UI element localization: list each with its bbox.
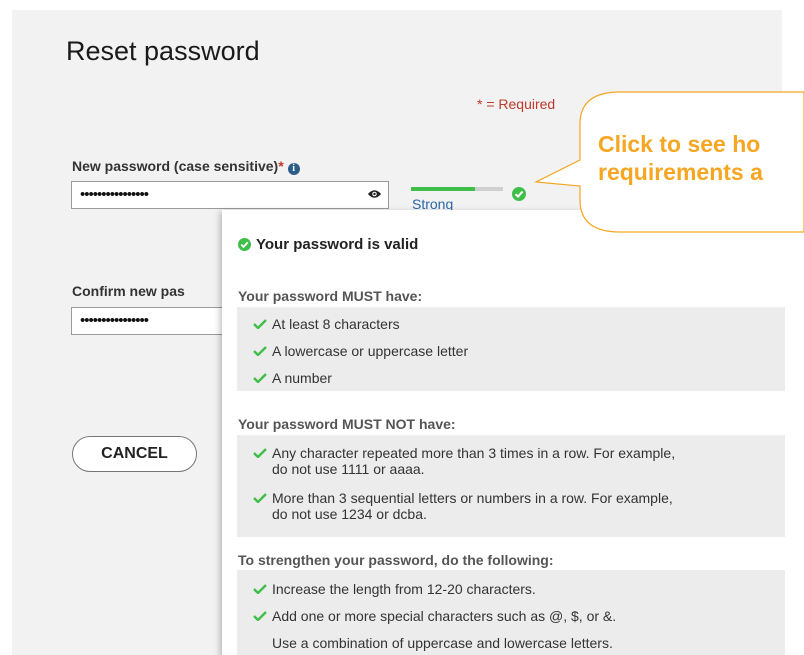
required-star: *: [278, 158, 284, 174]
strengthen-box: Increase the length from 12-20 character…: [237, 570, 785, 655]
check-icon: [253, 346, 267, 356]
list-item: A number: [253, 370, 332, 386]
list-item-text-continued: do not use 1111 or aaaa.: [272, 461, 425, 477]
check-icon: [253, 373, 267, 383]
must-not-have-box: Any character repeated more than 3 times…: [237, 435, 785, 537]
new-password-value: ••••••••••••••••: [80, 186, 149, 203]
eye-icon[interactable]: [367, 189, 382, 199]
list-item: At least 8 characters: [253, 316, 400, 332]
valid-message: Your password is valid: [238, 236, 418, 253]
list-item-text: Any character repeated more than 3 times…: [272, 445, 676, 461]
confirm-password-field[interactable]: ••••••••••••••••: [71, 307, 231, 335]
cancel-button[interactable]: CANCEL: [72, 436, 197, 472]
list-item: Use a combination of uppercase and lower…: [253, 635, 613, 651]
list-item-text: A lowercase or uppercase letter: [272, 343, 469, 359]
check-circle-icon: [512, 187, 526, 201]
list-item-text: Use a combination of uppercase and lower…: [272, 635, 613, 651]
confirm-password-label: Confirm new pas: [72, 283, 185, 299]
callout-line-2: requirements a: [598, 159, 763, 185]
check-circle-icon: [238, 238, 251, 251]
list-item: More than 3 sequential letters or number…: [253, 490, 673, 522]
confirm-password-value: ••••••••••••••••: [80, 312, 149, 329]
check-icon: [253, 319, 267, 329]
must-have-box: At least 8 characters A lowercase or upp…: [237, 307, 785, 391]
check-icon: [253, 448, 267, 458]
required-note: * = Required: [477, 96, 556, 112]
strengthen-heading: To strengthen your password, do the foll…: [238, 552, 554, 568]
strength-meter: [411, 187, 503, 191]
new-password-label-text: New password (case sensitive): [72, 158, 279, 174]
list-item: A lowercase or uppercase letter: [253, 343, 468, 359]
list-item-text-continued: do not use 1234 or dcba.: [272, 506, 427, 522]
callout-line-1: Click to see ho: [598, 131, 761, 157]
new-password-label: New password (case sensitive)* i: [72, 158, 300, 175]
check-icon: [253, 493, 267, 503]
list-item: Add one or more special characters such …: [253, 608, 616, 624]
must-not-have-heading: Your password MUST NOT have:: [238, 416, 456, 432]
list-item-text: More than 3 sequential letters or number…: [272, 490, 673, 506]
page-title: Reset password: [66, 36, 260, 66]
password-requirements-popup: Your password is valid Your password MUS…: [222, 210, 804, 655]
check-icon: [253, 611, 267, 621]
list-item: Any character repeated more than 3 times…: [253, 445, 675, 477]
valid-message-text: Your password is valid: [256, 236, 419, 253]
callout-text: Click to see ho requirements a: [598, 130, 804, 186]
list-item: Increase the length from 12-20 character…: [253, 581, 536, 597]
strength-meter-fill: [411, 187, 476, 191]
list-item-text: At least 8 characters: [272, 316, 400, 332]
info-icon[interactable]: i: [287, 163, 300, 175]
check-icon: [253, 584, 267, 594]
must-have-heading: Your password MUST have:: [238, 288, 423, 304]
list-item-text: Increase the length from 12-20 character…: [272, 581, 536, 597]
list-item-text: Add one or more special characters such …: [272, 608, 617, 624]
new-password-field[interactable]: ••••••••••••••••: [71, 181, 389, 209]
